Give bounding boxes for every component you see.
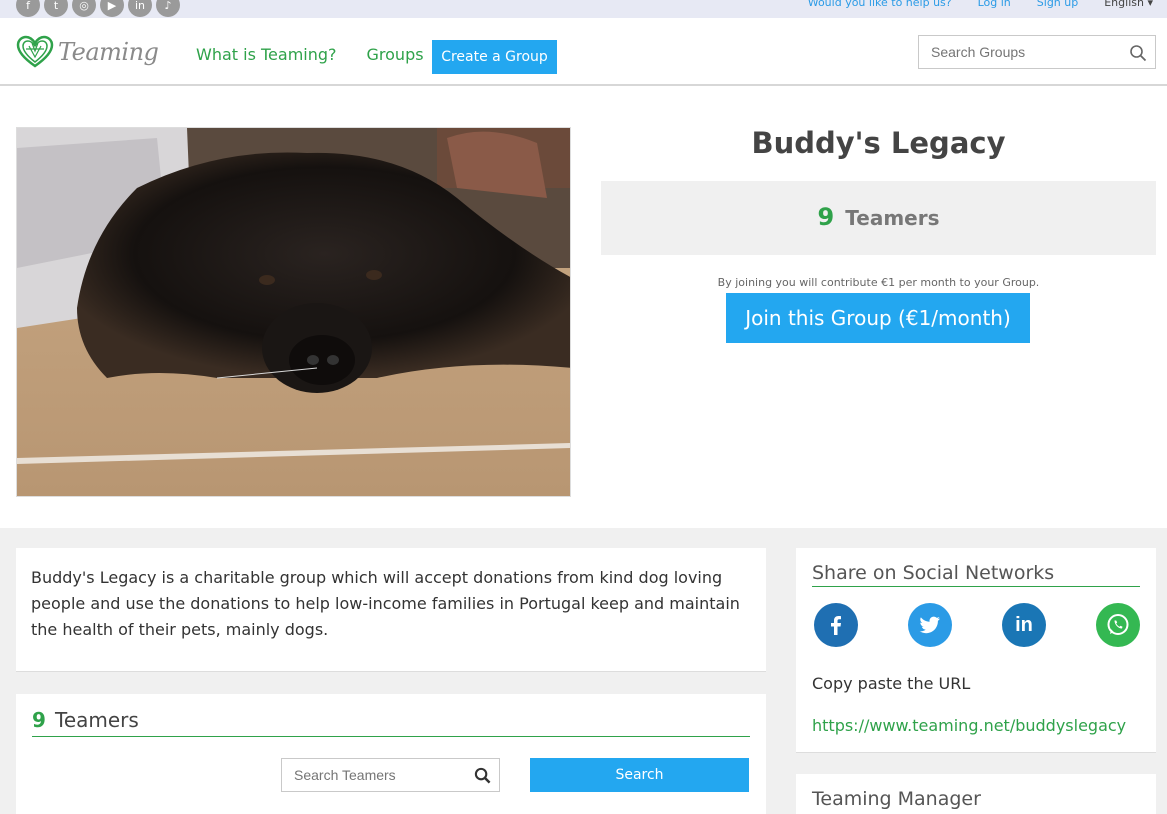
search-groups-input[interactable] (919, 36, 1119, 68)
group-description: Buddy's Legacy is a charitable group whi… (31, 568, 740, 639)
language-label: English (1104, 0, 1144, 9)
manager-title: Teaming Manager (812, 788, 981, 810)
teamers-card-header: 9 Teamers (32, 708, 750, 737)
language-selector[interactable]: English ▾ (1104, 0, 1153, 9)
teamers-card-count: 9 (32, 708, 46, 732)
share-card: Share on Social Networks in Copy paste t… (796, 548, 1156, 753)
share-linkedin-icon[interactable]: in (1002, 603, 1046, 647)
search-teamers-icon[interactable] (474, 767, 491, 784)
nav-groups[interactable]: Groups (367, 45, 424, 64)
group-photo (16, 127, 571, 497)
nav-what-is-teaming[interactable]: What is Teaming? (196, 45, 337, 64)
search-teamers-box (281, 758, 500, 792)
youtube-icon[interactable]: ▶ (100, 0, 124, 17)
share-facebook-icon[interactable] (814, 603, 858, 647)
login-link[interactable]: Log in (978, 0, 1011, 9)
teamers-count-box: 9 Teamers (601, 181, 1156, 255)
search-icon[interactable] (1129, 44, 1147, 62)
social-links-top: f t ◎ ▶ in ♪ (16, 0, 180, 17)
join-group-button[interactable]: Join this Group (€1/month) (726, 293, 1030, 343)
facebook-icon[interactable]: f (16, 0, 40, 17)
contribution-note: By joining you will contribute €1 per mo… (717, 276, 1040, 289)
dog-photo-image (17, 128, 570, 496)
search-teamers-button[interactable]: Search (530, 758, 749, 792)
create-group-button[interactable]: Create a Group (432, 40, 557, 74)
group-hero: Buddy's Legacy 9 Teamers By joining you … (0, 86, 1167, 528)
search-teamers-input[interactable] (282, 759, 462, 791)
logo[interactable]: Teaming (16, 35, 159, 69)
group-title: Buddy's Legacy (751, 126, 1006, 160)
caret-down-icon: ▾ (1143, 0, 1153, 9)
linkedin-glyph: in (1015, 613, 1033, 636)
group-description-card: Buddy's Legacy is a charitable group whi… (16, 548, 766, 672)
logo-text: Teaming (58, 38, 159, 66)
heart-logo-icon (16, 35, 54, 68)
share-icons: in (812, 603, 1142, 647)
twitter-icon[interactable]: t (44, 0, 68, 17)
teaming-manager-card: Teaming Manager (796, 774, 1156, 814)
search-groups-box (918, 35, 1156, 69)
share-title: Share on Social Networks (812, 562, 1140, 587)
share-whatsapp-icon[interactable] (1096, 603, 1140, 647)
teamers-card: 9 Teamers Search (16, 694, 766, 814)
main-header: Teaming What is Teaming? Groups Create a… (0, 18, 1167, 86)
tiktok-icon[interactable]: ♪ (156, 0, 180, 17)
linkedin-icon[interactable]: in (128, 0, 152, 17)
signup-link[interactable]: Sign up (1037, 0, 1078, 9)
help-us-link[interactable]: Would you like to help us? (808, 0, 952, 9)
main-nav: What is Teaming? Groups (196, 45, 424, 64)
group-url-link[interactable]: https://www.teaming.net/buddyslegacy (812, 716, 1126, 735)
teamers-card-label: Teamers (55, 708, 139, 732)
top-bar: f t ◎ ▶ in ♪ Would you like to help us? … (0, 0, 1167, 18)
top-links: Would you like to help us? Log in Sign u… (808, 0, 1153, 9)
share-twitter-icon[interactable] (908, 603, 952, 647)
instagram-icon[interactable]: ◎ (72, 0, 96, 17)
teamers-label: Teamers (845, 206, 940, 230)
copy-url-label: Copy paste the URL (812, 674, 971, 693)
teamers-count: 9 (817, 203, 835, 231)
